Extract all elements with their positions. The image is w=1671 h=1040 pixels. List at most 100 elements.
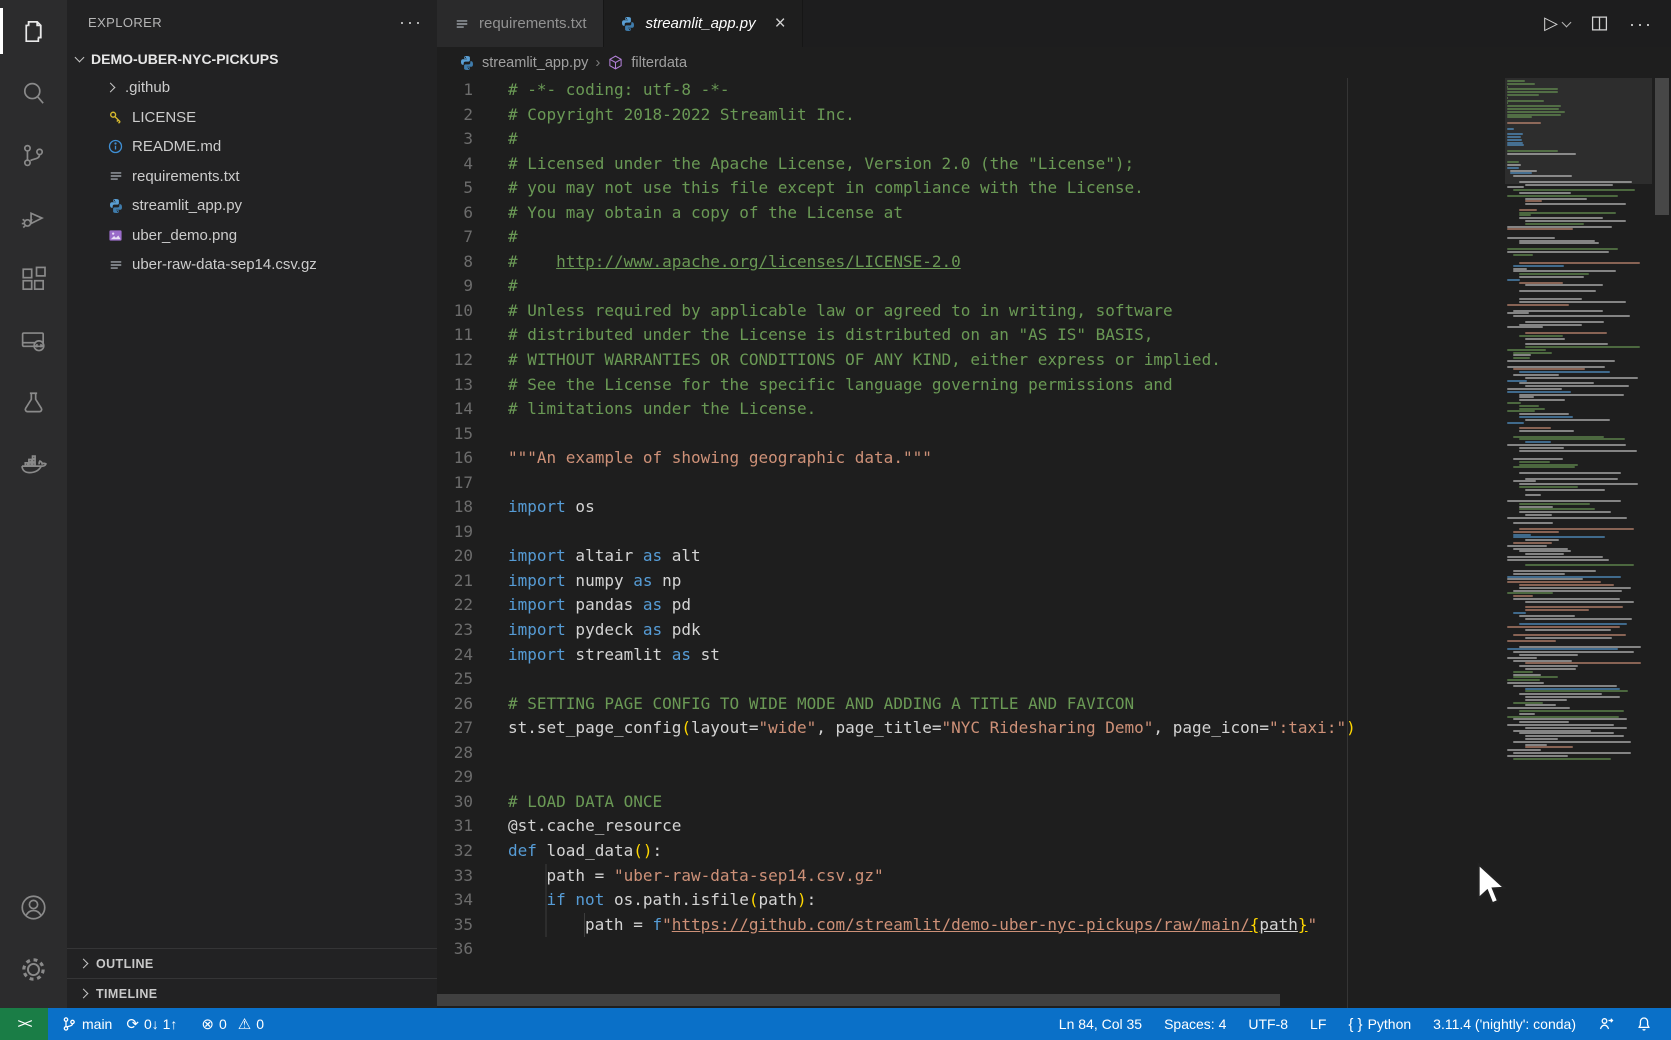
file-name: uber_demo.png (132, 227, 237, 244)
minimap-line (1507, 679, 1540, 681)
git-branch-item[interactable]: main (54, 1008, 119, 1040)
git-branch-icon (61, 1016, 77, 1032)
minimap-line (1525, 662, 1641, 664)
status-encoding[interactable]: UTF-8 (1241, 1008, 1295, 1040)
warning-count: 0 (256, 1016, 264, 1032)
code-line-8[interactable]: 8# http://www.apache.org/licenses/LICENS… (437, 250, 1505, 275)
status-cursor-position[interactable]: Ln 84, Col 35 (1052, 1008, 1149, 1040)
tree-file-LICENSE[interactable]: LICENSE (67, 103, 437, 133)
breadcrumb-symbol[interactable]: filterdata (631, 55, 687, 71)
line-number: 24 (437, 643, 473, 668)
code-line-16[interactable]: 16"""An example of showing geographic da… (437, 446, 1505, 471)
code-line-24[interactable]: 24import streamlit as st (437, 643, 1505, 668)
code-line-27[interactable]: 27st.set_page_config(layout="wide", page… (437, 716, 1505, 741)
run-and-debug-icon[interactable] (0, 186, 67, 248)
status-notifications[interactable] (1629, 1008, 1659, 1040)
root-folder-row[interactable]: DEMO-UBER-NYC-PICKUPS (67, 44, 437, 73)
line-content: # distributed under the License is distr… (508, 323, 1153, 348)
explorer-more-actions-icon[interactable]: ··· (399, 17, 423, 27)
tree-folder-.github[interactable]: .github (67, 73, 437, 103)
status-indentation[interactable]: Spaces: 4 (1157, 1008, 1233, 1040)
line-content: st.set_page_config(layout="wide", page_t… (508, 716, 1356, 741)
horizontal-scrollbar[interactable] (437, 994, 1505, 1006)
tab-streamlit_app.py[interactable]: streamlit_app.py× (604, 0, 803, 47)
code-line-35[interactable]: 35path = f"https://github.com/streamlit/… (437, 913, 1505, 938)
vertical-scrollbar[interactable] (1653, 78, 1671, 1008)
vertical-scrollbar-thumb[interactable] (1655, 78, 1669, 215)
git-sync-item[interactable]: ⟳ 0↓ 1↑ (119, 1008, 184, 1040)
timeline-panel-header[interactable]: TIMELINE (67, 978, 437, 1008)
explorer-icon[interactable] (0, 0, 67, 62)
code-line-14[interactable]: 14# limitations under the License. (437, 397, 1505, 422)
sync-counts: 0↓ 1↑ (144, 1016, 177, 1032)
close-icon[interactable]: × (775, 14, 786, 33)
more-actions-button[interactable]: ··· (1629, 19, 1653, 29)
code-line-30[interactable]: 30# LOAD DATA ONCE (437, 790, 1505, 815)
code-line-11[interactable]: 11# distributed under the License is dis… (437, 323, 1505, 348)
code-line-20[interactable]: 20import altair as alt (437, 544, 1505, 569)
status-python-interpreter[interactable]: 3.11.4 ('nightly': conda) (1426, 1008, 1583, 1040)
status-language-mode[interactable]: { }Python (1341, 1008, 1418, 1040)
tree-file-README.md[interactable]: README.md (67, 132, 437, 162)
code-line-10[interactable]: 10# Unless required by applicable law or… (437, 299, 1505, 324)
settings-icon[interactable] (0, 938, 67, 1000)
code-line-23[interactable]: 23import pydeck as pdk (437, 618, 1505, 643)
problems-item[interactable]: ⊗ 0 ⚠ 0 (194, 1008, 271, 1040)
code-line-19[interactable]: 19 (437, 520, 1505, 545)
file-name: LICENSE (132, 109, 196, 126)
code-line-26[interactable]: 26# SETTING PAGE CONFIG TO WIDE MODE AND… (437, 692, 1505, 717)
editor-actions: ▷ ··· (1544, 0, 1653, 47)
tree-file-requirements.txt[interactable]: requirements.txt (67, 162, 437, 192)
code-line-22[interactable]: 22import pandas as pd (437, 593, 1505, 618)
code-line-3[interactable]: 3# (437, 127, 1505, 152)
code-line-17[interactable]: 17 (437, 471, 1505, 496)
minimap[interactable] (1505, 78, 1652, 1008)
run-python-file-button[interactable]: ▷ (1544, 13, 1570, 34)
status-feedback[interactable] (1591, 1008, 1621, 1040)
minimap-line (1525, 539, 1559, 541)
code-line-32[interactable]: 32def load_data(): (437, 839, 1505, 864)
code-line-13[interactable]: 13# See the License for the specific lan… (437, 373, 1505, 398)
code-line-18[interactable]: 18import os (437, 495, 1505, 520)
extensions-icon[interactable] (0, 248, 67, 310)
docker-icon[interactable] (0, 434, 67, 496)
code-line-36[interactable]: 36 (437, 937, 1505, 962)
code-line-28[interactable]: 28 (437, 741, 1505, 766)
line-number: 1 (437, 78, 473, 103)
code-line-31[interactable]: 31@st.cache_resource (437, 814, 1505, 839)
tree-file-uber_demo.png[interactable]: uber_demo.png (67, 221, 437, 251)
tree-file-uber-raw-data-sep14.csv.gz[interactable]: uber-raw-data-sep14.csv.gz (67, 250, 437, 280)
code-line-25[interactable]: 25 (437, 667, 1505, 692)
tree-file-streamlit_app.py[interactable]: streamlit_app.py (67, 191, 437, 221)
breadcrumb-file[interactable]: streamlit_app.py (482, 55, 588, 71)
code-line-2[interactable]: 2# Copyright 2018-2022 Streamlit Inc. (437, 103, 1505, 128)
remote-explorer-icon[interactable] (0, 310, 67, 372)
search-icon[interactable] (0, 62, 67, 124)
code-line-9[interactable]: 9# (437, 274, 1505, 299)
accounts-icon[interactable] (0, 876, 67, 938)
line-number: 32 (437, 839, 473, 864)
key-icon (107, 109, 124, 126)
code-line-34[interactable]: 34if not os.path.isfile(path): (437, 888, 1505, 913)
minimap-line (1519, 382, 1594, 384)
code-line-21[interactable]: 21import numpy as np (437, 569, 1505, 594)
source-control-icon[interactable] (0, 124, 67, 186)
code-line-5[interactable]: 5# you may not use this file except in c… (437, 176, 1505, 201)
code-line-29[interactable]: 29 (437, 765, 1505, 790)
split-editor-button[interactable] (1591, 15, 1608, 32)
minimap-line (1519, 416, 1573, 418)
status-eol[interactable]: LF (1303, 1008, 1333, 1040)
outline-panel-header[interactable]: OUTLINE (67, 948, 437, 978)
code-line-33[interactable]: 33path = "uber-raw-data-sep14.csv.gz" (437, 864, 1505, 889)
code-line-12[interactable]: 12# WITHOUT WARRANTIES OR CONDITIONS OF … (437, 348, 1505, 373)
code-line-15[interactable]: 15 (437, 422, 1505, 447)
code-line-6[interactable]: 6# You may obtain a copy of the License … (437, 201, 1505, 226)
testing-icon[interactable] (0, 372, 67, 434)
code-line-4[interactable]: 4# Licensed under the Apache License, Ve… (437, 152, 1505, 177)
horizontal-scrollbar-thumb[interactable] (437, 994, 1280, 1006)
code-editor[interactable]: 1# -*- coding: utf-8 -*-2# Copyright 201… (437, 78, 1505, 1008)
remote-indicator[interactable]: >< (0, 1008, 48, 1040)
tab-requirements.txt[interactable]: requirements.txt (437, 0, 604, 47)
code-line-7[interactable]: 7# (437, 225, 1505, 250)
code-line-1[interactable]: 1# -*- coding: utf-8 -*- (437, 78, 1505, 103)
